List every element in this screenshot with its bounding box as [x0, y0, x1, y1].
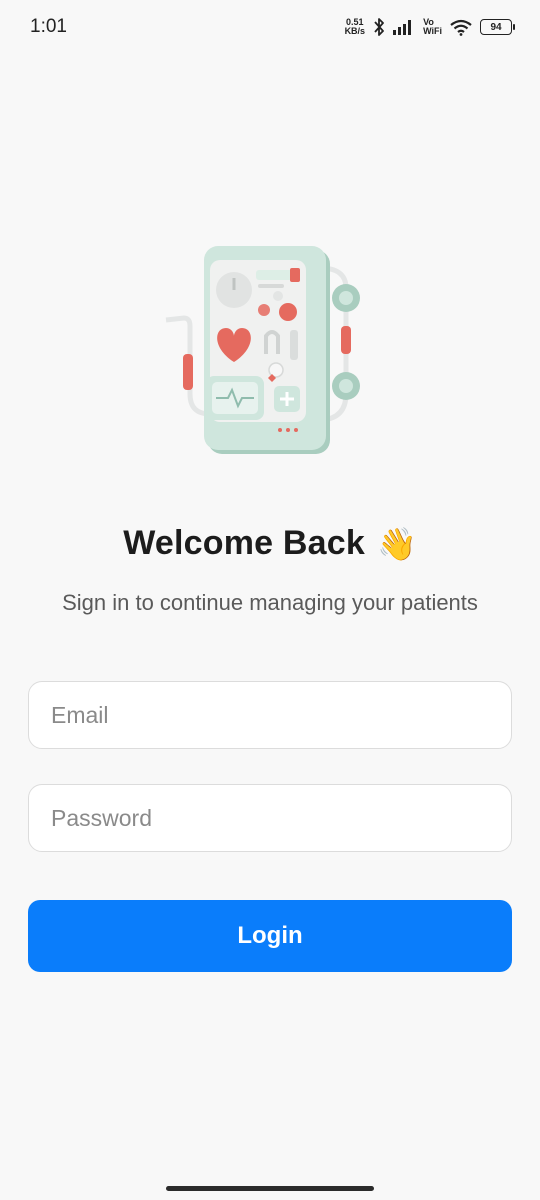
network-speed-unit: KB/s — [344, 26, 366, 36]
waving-hand-icon: 👋 — [376, 525, 417, 562]
email-field[interactable] — [28, 681, 512, 749]
status-time: 1:01 — [30, 16, 67, 37]
login-button[interactable]: Login — [28, 900, 512, 972]
login-screen: 1:01 0.51 KB/s Vo WiFi 94 Welcome Back 👋… — [0, 0, 540, 1200]
network-speed: 0.51 KB/s — [345, 18, 366, 36]
page-subtitle: Sign in to continue managing your patien… — [62, 590, 478, 615]
signal-icon — [393, 20, 412, 35]
bluetooth-icon — [374, 18, 384, 36]
page-title: Welcome Back — [123, 524, 365, 562]
home-indicator[interactable] — [166, 1186, 374, 1191]
status-icons: 0.51 KB/s Vo WiFi 94 — [345, 14, 515, 40]
battery-level: 94 — [490, 21, 502, 33]
medical-device-illustration — [165, 246, 360, 454]
password-field[interactable] — [28, 784, 512, 852]
wifi-icon — [450, 19, 472, 36]
vowifi-indicator: Vo WiFi — [423, 18, 442, 36]
welcome-heading: Welcome Back 👋 — [0, 524, 540, 563]
status-bar: 1:01 0.51 KB/s Vo WiFi 94 — [0, 0, 540, 54]
wifi-label: WiFi — [423, 26, 442, 36]
left-tube-clamp — [183, 354, 193, 390]
battery-icon: 94 — [480, 19, 515, 35]
